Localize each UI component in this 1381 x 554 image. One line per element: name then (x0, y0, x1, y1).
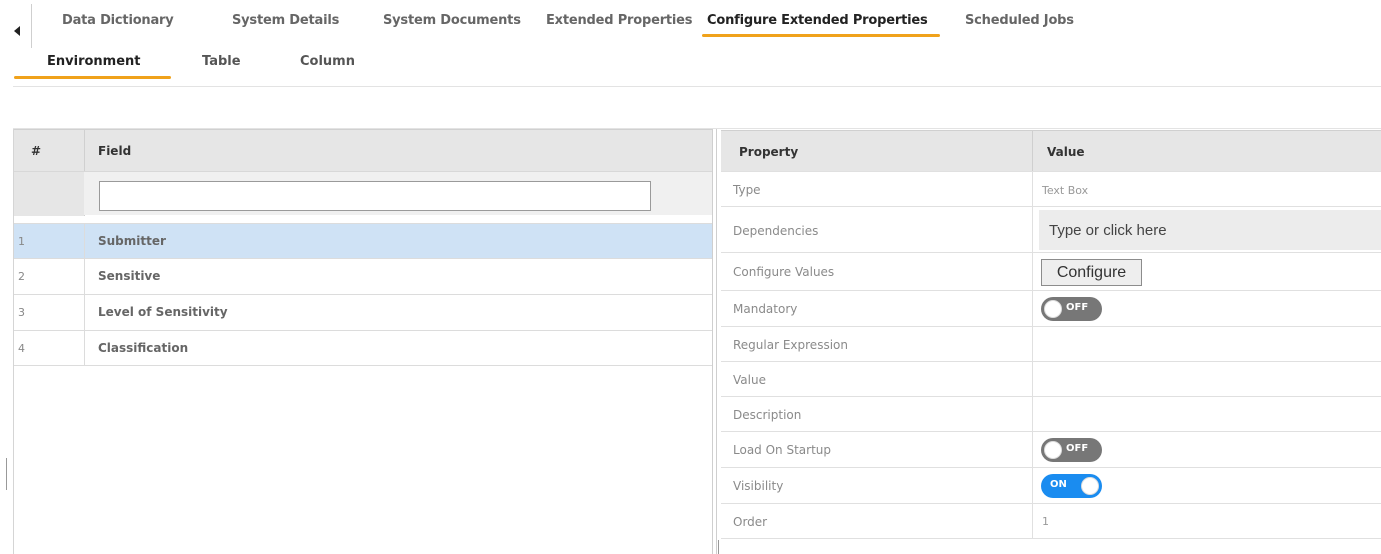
property-row-dependencies: Dependencies Type or click here (721, 206, 1381, 252)
panel-splitter[interactable] (712, 129, 713, 554)
divider (1032, 397, 1033, 431)
divider (1032, 253, 1033, 290)
visibility-toggle[interactable]: ON (1041, 474, 1102, 498)
property-label: Type (733, 183, 761, 197)
divider (1032, 432, 1033, 467)
divider (1032, 327, 1033, 361)
toggle-knob (1044, 300, 1062, 318)
toggle-state: ON (1050, 479, 1067, 490)
dependencies-input[interactable]: Type or click here (1039, 210, 1381, 250)
tab-extended-properties[interactable]: Extended Properties (546, 13, 693, 28)
subtab-environment[interactable]: Environment (47, 54, 141, 69)
toggle-state: OFF (1066, 302, 1089, 313)
column-header-value: Value (1047, 145, 1085, 159)
property-label: Value (733, 373, 766, 387)
property-row-mandatory: Mandatory OFF (721, 290, 1381, 326)
mandatory-toggle[interactable]: OFF (1041, 297, 1102, 321)
field-grid: # Field 1 Submitter 2 Sensitive 3 Level … (13, 129, 712, 554)
property-label: Load On Startup (733, 443, 832, 457)
dependencies-placeholder: Type or click here (1049, 222, 1167, 239)
row-field-name: Submitter (98, 234, 166, 248)
toggle-state: OFF (1066, 443, 1089, 454)
divider (14, 365, 712, 366)
field-grid-header: # Field (14, 129, 712, 216)
divider (13, 86, 1381, 87)
divider (1032, 504, 1033, 538)
table-row[interactable]: 1 Submitter (14, 223, 712, 259)
property-row-regular-expression: Regular Expression (721, 326, 1381, 361)
property-grid: Property Value Type Text Box Dependencie… (721, 130, 1381, 554)
subtab-table[interactable]: Table (202, 54, 241, 69)
tab-system-details[interactable]: System Details (232, 13, 339, 28)
row-field-name: Sensitive (98, 269, 161, 283)
tab-scheduled-jobs[interactable]: Scheduled Jobs (965, 13, 1074, 28)
tab-system-documents[interactable]: System Documents (383, 13, 521, 28)
property-row-value: Value (721, 361, 1381, 396)
divider (1032, 131, 1033, 172)
row-number: 2 (18, 270, 25, 283)
column-header-property: Property (739, 145, 799, 159)
filter-number-cell (14, 172, 84, 216)
divider (1032, 291, 1033, 326)
resize-handle[interactable] (6, 458, 7, 490)
property-label: Visibility (733, 479, 784, 493)
divider (84, 224, 85, 259)
divider (84, 295, 85, 330)
toggle-knob (1044, 441, 1062, 459)
table-row[interactable]: 3 Level of Sensitivity (14, 294, 712, 330)
type-value: Text Box (1042, 184, 1089, 197)
divider (1032, 172, 1033, 206)
active-tab-indicator (702, 34, 940, 37)
divider (84, 259, 85, 294)
divider (1032, 362, 1033, 396)
property-label: Description (733, 408, 802, 422)
property-label: Configure Values (733, 265, 835, 279)
field-filter-input[interactable] (99, 181, 651, 211)
property-row-configure-values: Configure Values Configure (721, 252, 1381, 290)
top-tab-bar: Data Dictionary System Details System Do… (0, 0, 1381, 48)
column-header-field[interactable]: Field (98, 144, 131, 158)
panel-splitter[interactable] (716, 129, 717, 554)
tab-data-dictionary[interactable]: Data Dictionary (62, 13, 174, 28)
resize-handle[interactable] (718, 540, 719, 554)
divider (31, 4, 32, 48)
load-on-startup-toggle[interactable]: OFF (1041, 438, 1102, 462)
divider (1032, 468, 1033, 503)
row-number: 3 (18, 306, 25, 319)
property-row-load-on-startup: Load On Startup OFF (721, 431, 1381, 467)
active-subtab-indicator (14, 76, 171, 79)
row-field-name: Classification (98, 341, 189, 355)
property-label: Dependencies (733, 224, 819, 238)
property-label: Mandatory (733, 302, 798, 316)
toggle-knob (1081, 477, 1099, 495)
property-row-order: Order 1 (721, 503, 1381, 539)
table-row[interactable]: 4 Classification (14, 330, 712, 366)
property-label: Order (733, 515, 768, 529)
row-number: 4 (18, 342, 25, 355)
app-window: Data Dictionary System Details System Do… (0, 0, 1381, 554)
order-value[interactable]: 1 (1042, 515, 1049, 528)
property-label: Regular Expression (733, 338, 848, 352)
table-row[interactable]: 2 Sensitive (14, 258, 712, 294)
property-grid-header: Property Value (721, 130, 1381, 172)
property-row-description: Description (721, 396, 1381, 431)
divider (84, 331, 85, 366)
property-row-visibility: Visibility ON (721, 467, 1381, 503)
property-row-type: Type Text Box (721, 171, 1381, 206)
subtab-column[interactable]: Column (300, 54, 355, 69)
row-number: 1 (18, 235, 25, 248)
tab-configure-extended-properties[interactable]: Configure Extended Properties (707, 13, 928, 28)
configure-button[interactable]: Configure (1041, 259, 1142, 286)
divider (1032, 207, 1033, 252)
row-field-name: Level of Sensitivity (98, 305, 228, 319)
left-arrow-icon[interactable] (14, 26, 20, 36)
column-header-number[interactable]: # (31, 144, 41, 158)
filter-row (14, 171, 712, 216)
